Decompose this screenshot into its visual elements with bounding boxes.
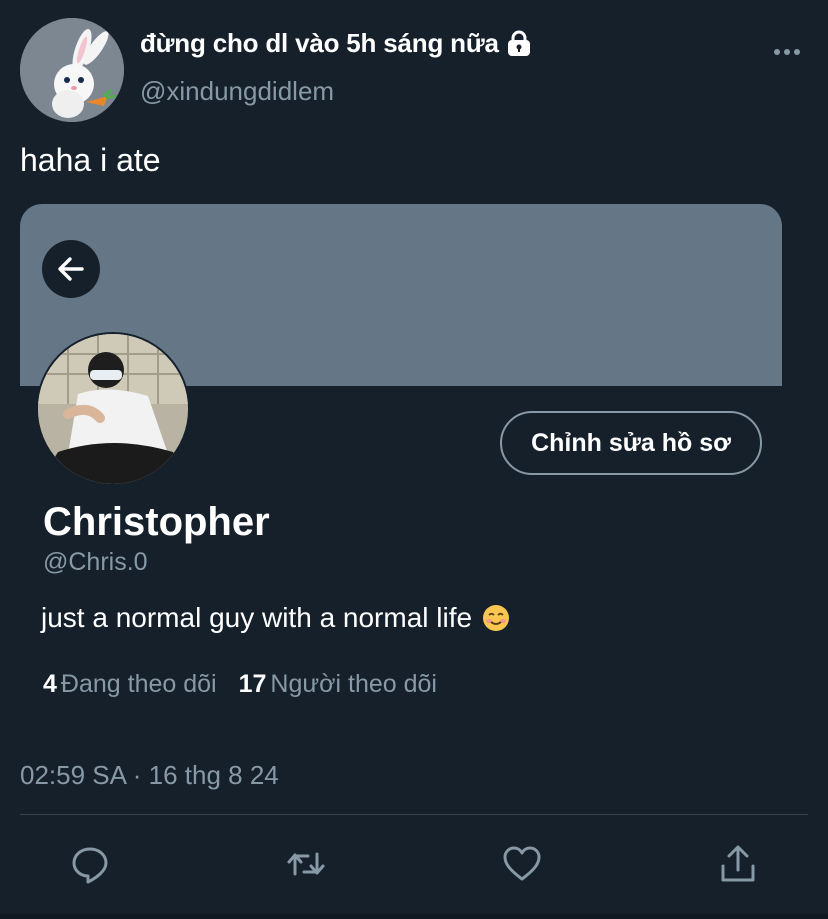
divider	[20, 814, 808, 815]
profile-name: Christopher	[43, 500, 270, 544]
followers-label: Người theo dõi	[270, 670, 437, 698]
back-button[interactable]	[42, 240, 100, 298]
bottom-edge	[0, 914, 828, 919]
author-avatar[interactable]	[20, 18, 124, 122]
followers-count: 17	[238, 670, 267, 698]
author-display-name: đừng cho dl vào 5h sáng nữa	[140, 28, 499, 58]
tweet: đừng cho dl vào 5h sáng nữa @xindungdidl…	[0, 0, 828, 919]
retweet-button[interactable]	[284, 842, 328, 886]
author-name-row[interactable]: đừng cho dl vào 5h sáng nữa	[140, 28, 533, 59]
lock-icon	[505, 30, 533, 58]
smiling-face-icon	[482, 604, 510, 632]
following-count: 4	[43, 670, 57, 698]
edit-profile-button[interactable]: Chỉnh sửa hồ sơ	[500, 411, 762, 475]
share-icon	[721, 845, 755, 882]
profile-handle: @Chris.0	[43, 548, 148, 576]
follow-stats: 4 Đang theo dõi 17 Người theo dõi	[43, 670, 437, 699]
arrow-left-icon	[58, 257, 84, 281]
like-button[interactable]	[500, 842, 544, 886]
like-icon	[503, 846, 541, 881]
more-icon	[774, 49, 800, 55]
profile-photo-image	[38, 334, 188, 484]
bunny-avatar-icon	[20, 18, 124, 122]
followers-stat[interactable]: 17 Người theo dõi	[239, 670, 437, 699]
author-handle[interactable]: @xindungdidlem	[140, 76, 334, 107]
reply-button[interactable]	[68, 842, 112, 886]
following-stat[interactable]: 4 Đang theo dõi	[43, 670, 217, 699]
tweet-timestamp[interactable]: 02:59 SA · 16 thg 8 24	[20, 760, 279, 791]
more-options-button[interactable]	[772, 40, 802, 64]
profile-bio: just a normal guy with a normal life	[41, 602, 510, 634]
tweet-text: haha i ate	[20, 142, 161, 178]
following-label: Đang theo dõi	[60, 670, 217, 698]
share-button[interactable]	[716, 842, 760, 886]
profile-bio-text: just a normal guy with a normal life	[41, 602, 473, 633]
reply-icon	[72, 847, 108, 884]
retweet-icon	[287, 852, 325, 876]
embedded-profile-card[interactable]: Chỉnh sửa hồ sơ Christopher @Chris.0 jus…	[20, 204, 782, 724]
profile-photo[interactable]	[36, 332, 190, 486]
